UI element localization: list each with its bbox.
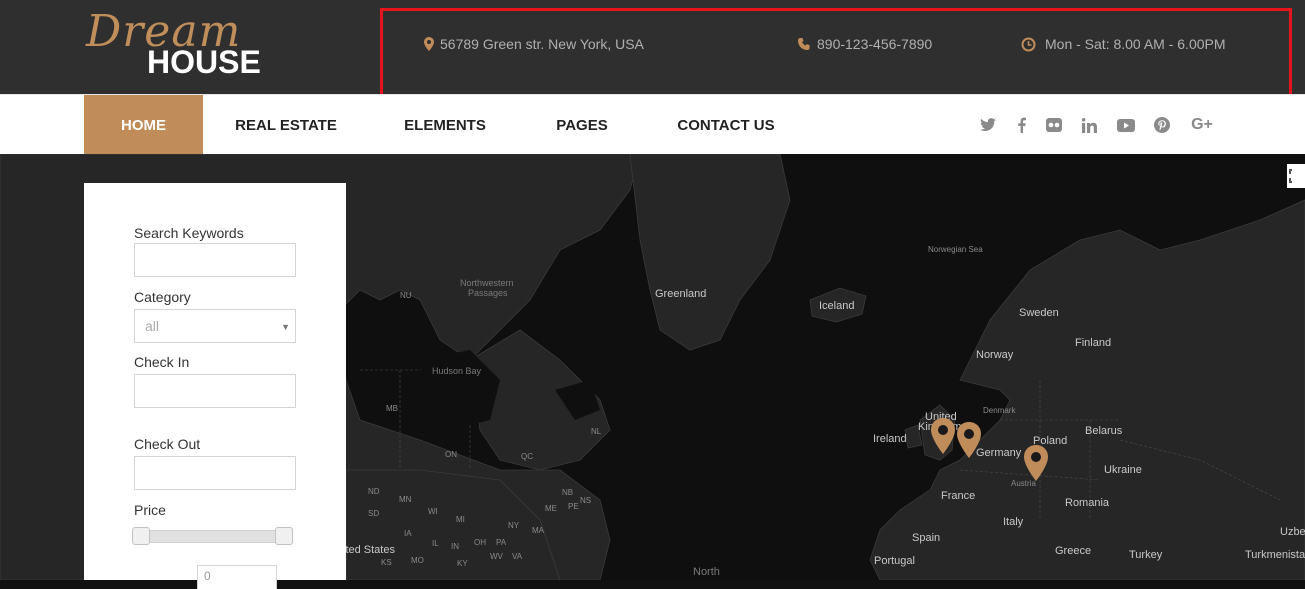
map-label-ukraine: Ukraine xyxy=(1104,464,1142,476)
map-label-nd: ND xyxy=(368,487,380,496)
google-plus-glyph: G+ xyxy=(1191,116,1213,133)
map-label-mi: MI xyxy=(456,515,465,524)
price-slider-max-handle[interactable] xyxy=(275,527,293,545)
map-label-ky: KY xyxy=(457,559,468,568)
nav-home[interactable]: HOME xyxy=(84,95,203,155)
map-label-wi: WI xyxy=(428,507,438,516)
check-in-label: Check In xyxy=(134,354,190,370)
map-label-finland: Finland xyxy=(1075,337,1112,349)
category-select[interactable]: all ▼ xyxy=(134,309,296,343)
map-label-uzbe: Uzbe xyxy=(1280,526,1305,538)
price-input[interactable]: 0 xyxy=(197,565,277,589)
map-label-in: IN xyxy=(451,542,459,551)
map-label-northwestern: Northwestern xyxy=(460,278,514,288)
map-label-ks: KS xyxy=(381,558,392,567)
map-label-oh: OH xyxy=(474,538,486,547)
map-label-mb: MB xyxy=(386,404,398,413)
category-label: Category xyxy=(134,289,191,305)
twitter-icon[interactable] xyxy=(977,114,999,136)
chevron-down-icon: ▼ xyxy=(281,322,290,332)
nav-pages[interactable]: PAGES xyxy=(548,95,616,155)
search-keywords-input[interactable] xyxy=(134,243,296,277)
map-label-nl: NL xyxy=(591,427,602,436)
check-out-input[interactable] xyxy=(134,456,296,490)
highlight-box xyxy=(380,8,1292,99)
map-label-va: VA xyxy=(512,552,523,561)
search-panel: Search Keywords Category all ▼ Check In … xyxy=(84,183,346,589)
map-label-on: ON xyxy=(445,450,457,459)
map-fullscreen-button[interactable] xyxy=(1287,164,1305,188)
map-pin-uk[interactable] xyxy=(930,418,956,454)
map-label-italy: Italy xyxy=(1003,516,1024,528)
map-label-me: ME xyxy=(545,504,557,513)
map-label-passages: Passages xyxy=(468,288,508,298)
category-selected-value: all xyxy=(145,318,160,334)
map-label-norwegian-sea: Norwegian Sea xyxy=(928,245,983,254)
youtube-icon[interactable] xyxy=(1115,114,1137,136)
logo-house-text: HOUSE xyxy=(147,44,261,80)
map-label-portugal: Portugal xyxy=(874,555,915,567)
nav-contact-us[interactable]: CONTACT US xyxy=(672,95,780,155)
linkedin-icon[interactable] xyxy=(1078,114,1100,136)
map-label-greenland: Greenland xyxy=(655,288,707,300)
map-label-north: North xyxy=(693,566,720,578)
price-slider-track[interactable] xyxy=(134,530,292,543)
map-label-pa: PA xyxy=(496,538,507,547)
price-slider-min-handle[interactable] xyxy=(132,527,150,545)
google-plus-icon[interactable]: G+ xyxy=(1189,114,1215,136)
main-navigation: HOME REAL ESTATE ELEMENTS PAGES CONTACT … xyxy=(0,94,1305,155)
check-out-label: Check Out xyxy=(134,436,201,452)
map-label-sweden: Sweden xyxy=(1019,307,1059,319)
map-label-greece: Greece xyxy=(1055,545,1092,557)
price-label: Price xyxy=(134,502,166,518)
map-label-ireland: Ireland xyxy=(873,433,907,445)
map-label-mn: MN xyxy=(399,495,412,504)
search-keywords-label: Search Keywords xyxy=(134,225,244,241)
map-label-turkmenista: Turkmenista xyxy=(1245,549,1305,561)
map-label-sd: SD xyxy=(368,509,380,518)
top-header: Dream HOUSE 56789 Green str. New York, U… xyxy=(0,0,1305,99)
map-label-belarus: Belarus xyxy=(1085,425,1123,437)
map-label-romania: Romania xyxy=(1065,497,1110,509)
pinterest-icon[interactable] xyxy=(1151,114,1173,136)
map-label-iceland: Iceland xyxy=(819,300,855,312)
map-pin-netherlands[interactable] xyxy=(956,422,982,458)
map-label-nb: NB xyxy=(562,488,574,497)
map-label-germany: Germany xyxy=(976,447,1022,459)
map-label-united-states: ited States xyxy=(343,544,395,556)
map-label-mo: MO xyxy=(411,556,424,565)
map-label-wv: WV xyxy=(490,552,503,561)
facebook-icon[interactable] xyxy=(1010,114,1032,136)
map-label-france: France xyxy=(941,490,976,502)
map-label-ma: MA xyxy=(532,526,544,535)
map-label-hudson-bay: Hudson Bay xyxy=(432,366,482,376)
map-label-nu: NU xyxy=(400,291,412,300)
map-label-qc: QC xyxy=(521,452,533,461)
map-label-turkey: Turkey xyxy=(1129,549,1163,561)
fullscreen-icon xyxy=(1289,169,1292,183)
map-label-denmark: Denmark xyxy=(983,406,1016,415)
map-label-ny: NY xyxy=(508,521,520,530)
nav-elements[interactable]: ELEMENTS xyxy=(398,95,492,155)
map-label-ns: NS xyxy=(580,496,592,505)
map-label-pe: PE xyxy=(568,502,579,511)
nav-real-estate[interactable]: REAL ESTATE xyxy=(229,95,343,155)
flickr-icon[interactable] xyxy=(1043,114,1065,136)
map-pin-austria[interactable] xyxy=(1023,445,1049,481)
site-logo[interactable]: Dream HOUSE xyxy=(86,6,261,80)
map-label-norway: Norway xyxy=(976,349,1014,361)
check-in-input[interactable] xyxy=(134,374,296,408)
map-label-ia: IA xyxy=(404,529,412,538)
map-label-il: IL xyxy=(432,539,439,548)
map-label-spain: Spain xyxy=(912,532,941,544)
